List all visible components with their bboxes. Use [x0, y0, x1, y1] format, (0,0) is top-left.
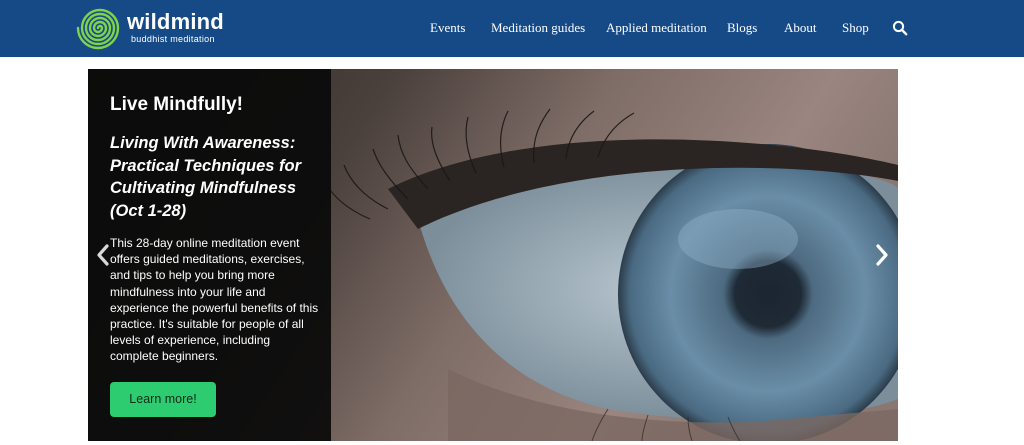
search-icon[interactable] [892, 20, 908, 36]
nav-item-shop[interactable]: Shop [842, 19, 869, 37]
chevron-right-icon[interactable] [874, 243, 890, 267]
chevron-left-icon[interactable] [95, 243, 111, 267]
slide-subheading: Living With Awareness: Practical Techniq… [110, 134, 302, 220]
nav-item-meditation-guides[interactable]: Meditation guides [491, 19, 585, 37]
slide-caption-panel: Live Mindfully! Living With Awareness: P… [88, 69, 331, 441]
nav-item-applied-meditation[interactable]: Applied meditation [606, 19, 707, 37]
slide-headline: Live Mindfully! [110, 94, 243, 115]
slide-description: This 28-day online meditation event offe… [110, 236, 319, 364]
nav-item-events[interactable]: Events [430, 19, 465, 37]
hero-slider: Live Mindfully! Living With Awareness: P… [88, 69, 898, 441]
learn-more-button[interactable]: Learn more! [110, 382, 216, 417]
nav-item-blogs[interactable]: Blogs [727, 19, 757, 37]
main-nav: Events Meditation guides Applied meditat… [0, 0, 1024, 57]
nav-item-about[interactable]: About [784, 19, 817, 37]
site-header: wildmind buddhist meditation Events Medi… [0, 0, 1024, 57]
